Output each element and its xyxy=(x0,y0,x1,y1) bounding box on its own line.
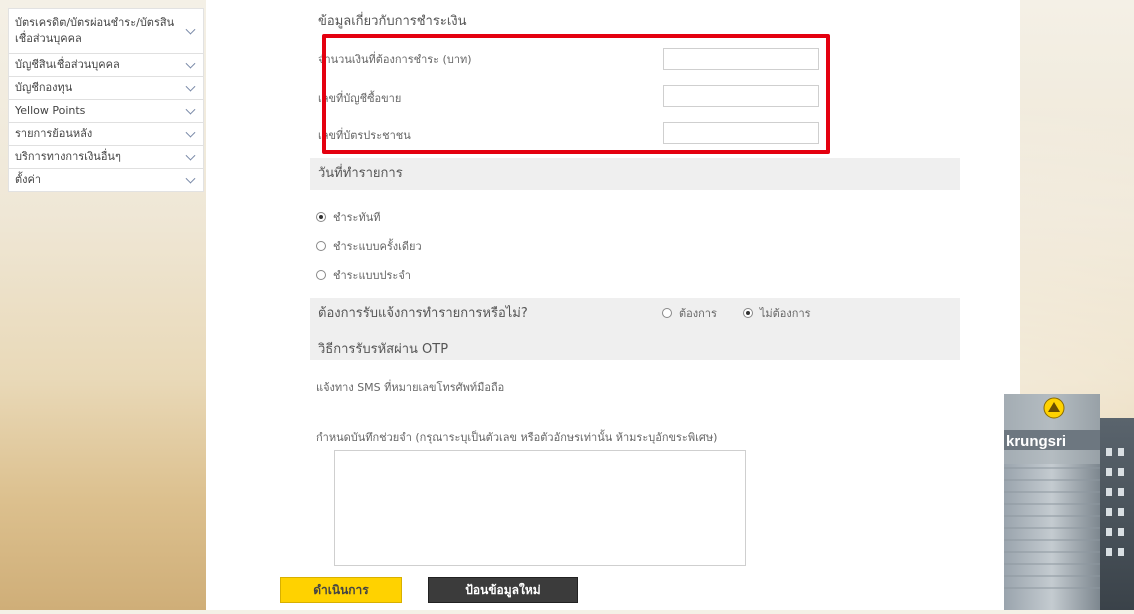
memo-textarea[interactable] xyxy=(334,450,746,566)
sidebar-item-yellow-points[interactable]: Yellow Points xyxy=(9,100,203,123)
sidebar-item-fund-account[interactable]: บัญชีกองทุน xyxy=(9,77,203,100)
sidebar-item-credit-cards[interactable]: บัตรเครดิต/บัตรผ่อนชำระ/บัตรสินเชื่อส่วน… xyxy=(9,9,203,54)
chevron-down-icon xyxy=(185,58,196,69)
building-sign-text: krungsri xyxy=(1006,433,1066,450)
radio-pay-recurring[interactable]: ชำระแบบประจำ xyxy=(316,266,411,284)
payment-info-title: ข้อมูลเกี่ยวกับการชำระเงิน xyxy=(318,14,467,29)
sidebar-item-settings[interactable]: ตั้งค่า xyxy=(9,169,203,191)
reset-button[interactable]: ป้อนข้อมูลใหม่ xyxy=(428,577,578,603)
chevron-down-icon xyxy=(185,81,196,92)
notification-options: ต้องการ ไม่ต้องการ xyxy=(662,304,837,322)
chevron-down-icon xyxy=(185,24,196,35)
krungsri-building-image: krungsri xyxy=(1004,388,1134,610)
radio-icon xyxy=(662,308,672,318)
sidebar-menu: บัตรเครดิต/บัตรผ่อนชำระ/บัตรสินเชื่อส่วน… xyxy=(8,8,204,192)
highlight-box xyxy=(322,34,830,154)
radio-notify-yes[interactable]: ต้องการ xyxy=(662,304,717,322)
radio-icon xyxy=(316,270,326,280)
radio-icon xyxy=(316,241,326,251)
chevron-down-icon xyxy=(185,127,196,138)
notification-question: ต้องการรับแจ้งการทำรายการหรือไม่? xyxy=(318,306,528,321)
radio-label: ชำระทันที xyxy=(333,211,381,224)
radio-label: ไม่ต้องการ xyxy=(759,307,811,320)
sidebar-item-label: ตั้งค่า xyxy=(15,173,42,186)
sidebar-item-label: รายการย้อนหลัง xyxy=(15,127,93,140)
radio-pay-now[interactable]: ชำระทันที xyxy=(316,208,380,226)
transaction-date-header: วันที่ทำรายการ xyxy=(310,158,960,190)
otp-sms-note: แจ้งทาง SMS ที่หมายเลขโทรศัพท์มือถือ xyxy=(316,381,505,394)
radio-label: ชำระแบบประจำ xyxy=(333,269,411,282)
sidebar-item-personal-loan[interactable]: บัญชีสินเชื่อส่วนบุคคล xyxy=(9,54,203,77)
radio-label: ชำระแบบครั้งเดียว xyxy=(333,240,422,253)
radio-selected-icon xyxy=(742,308,753,318)
sidebar-item-label: บัตรเครดิต/บัตรผ่อนชำระ/บัตรสินเชื่อส่วน… xyxy=(15,16,175,45)
chevron-down-icon xyxy=(185,173,196,184)
transaction-date-title: วันที่ทำรายการ xyxy=(318,166,403,181)
radio-notify-no[interactable]: ไม่ต้องการ xyxy=(742,304,811,322)
sidebar-item-label: บริการทางการเงินอื่นๆ xyxy=(15,150,121,163)
radio-selected-icon xyxy=(316,212,326,222)
sidebar-item-history[interactable]: รายการย้อนหลัง xyxy=(9,123,203,146)
chevron-down-icon xyxy=(185,150,196,161)
otp-method-title: วิธีการรับรหัสผ่าน OTP xyxy=(318,342,449,357)
sidebar-item-other-services[interactable]: บริการทางการเงินอื่นๆ xyxy=(9,146,203,169)
building-illustration: krungsri xyxy=(1004,394,1134,610)
sidebar-item-label: Yellow Points xyxy=(15,104,86,117)
chevron-down-icon xyxy=(185,104,196,115)
radio-pay-once[interactable]: ชำระแบบครั้งเดียว xyxy=(316,237,422,255)
payment-form-panel: ข้อมูลเกี่ยวกับการชำระเงิน จำนวนเงินที่ต… xyxy=(206,0,1020,610)
sidebar-item-label: บัญชีกองทุน xyxy=(15,81,73,94)
memo-label: กำหนดบันทึกช่วยจำ (กรุณาระบุเป็นตัวเลข ห… xyxy=(316,431,718,444)
submit-button[interactable]: ดำเนินการ xyxy=(280,577,402,603)
radio-label: ต้องการ xyxy=(679,307,717,320)
sidebar-item-label: บัญชีสินเชื่อส่วนบุคคล xyxy=(15,58,120,71)
